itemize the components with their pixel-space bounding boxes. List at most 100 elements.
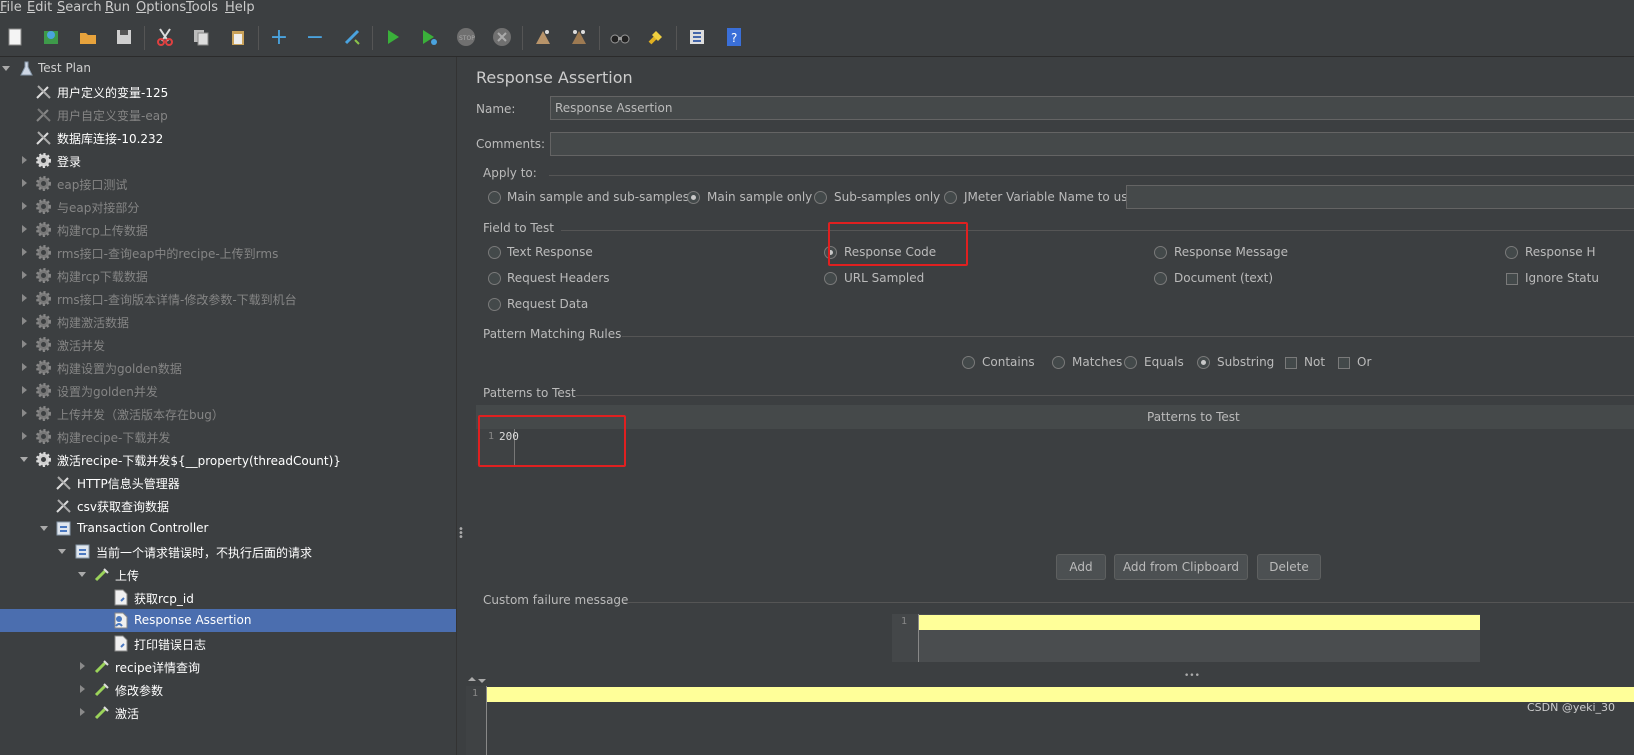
stop-icon[interactable]: STOP [455, 26, 477, 48]
open-icon[interactable] [77, 26, 99, 48]
tree-item-thread-group[interactable]: 构建recipe-下载并发 [0, 425, 456, 448]
test-plan-icon [18, 60, 35, 77]
start-icon[interactable] [382, 26, 404, 48]
tree-item-thread-group[interactable]: rms接口-查询版本详情-修改参数-下载到机台 [0, 287, 456, 310]
function-helper-icon[interactable] [686, 26, 708, 48]
paste-icon[interactable] [227, 26, 249, 48]
menu-search[interactable]: Search [57, 0, 102, 16]
new-icon[interactable] [4, 26, 26, 48]
tree-item-thread-group[interactable]: rms接口-查询eap中的recipe-上传到rms [0, 241, 456, 264]
tree-item-sampler[interactable]: recipe详情查询 [0, 655, 456, 678]
apply-main-only-radio[interactable] [687, 191, 700, 204]
splitter-down-icon[interactable] [478, 679, 486, 683]
reset-search-icon[interactable] [645, 26, 667, 48]
menu-run[interactable]: Run [105, 0, 130, 16]
tree-item-post-processor[interactable]: 获取rcp_id [0, 586, 456, 609]
add-button[interactable]: Add [1056, 554, 1106, 580]
apply-variable-radio[interactable] [944, 191, 957, 204]
response-headers-radio[interactable] [1505, 246, 1518, 259]
text-response-label: Text Response [507, 245, 593, 259]
cut-icon[interactable] [154, 26, 176, 48]
not-checkbox[interactable] [1285, 357, 1297, 369]
copy-icon[interactable] [190, 26, 212, 48]
shutdown-icon[interactable] [491, 26, 513, 48]
tree-item-config[interactable]: 用户定义的变量-125 [0, 80, 456, 103]
bottom-editor-line[interactable] [487, 687, 1634, 702]
name-field[interactable]: Response Assertion [550, 96, 1634, 120]
menu-file[interactable]: File [0, 0, 22, 16]
menu-options[interactable]: Options [136, 0, 186, 16]
tree-item-controller[interactable]: 当前一个请求错误时，不执行后面的请求 [0, 540, 456, 563]
search-icon[interactable] [609, 26, 631, 48]
tree-item-thread-group[interactable]: 激活并发 [0, 333, 456, 356]
menu-edit[interactable]: Edit [27, 0, 52, 16]
custom-failure-line[interactable] [919, 615, 1480, 630]
collapse-icon[interactable]: − [304, 25, 326, 50]
url-sampled-radio[interactable] [824, 272, 837, 285]
clear-all-icon[interactable] [568, 26, 590, 48]
substring-radio[interactable] [1197, 356, 1210, 369]
tree-item-sampler[interactable]: 激活 [0, 701, 456, 724]
tree-item-sampler[interactable]: 修改参数 [0, 678, 456, 701]
save-icon[interactable] [113, 26, 135, 48]
svg-text:STOP: STOP [459, 35, 475, 42]
comments-label: Comments: [476, 137, 546, 151]
gear-icon [35, 359, 52, 376]
delete-button[interactable]: Delete [1257, 554, 1321, 580]
start-no-pause-icon[interactable] [418, 26, 440, 48]
comments-field[interactable] [550, 132, 1634, 156]
menu-tools[interactable]: Tools [186, 0, 218, 16]
or-checkbox[interactable] [1338, 357, 1350, 369]
splitter-up-icon[interactable] [468, 677, 476, 681]
bottom-splitter[interactable] [466, 676, 1634, 686]
tree-item-test-plan[interactable]: Test Plan [0, 57, 456, 80]
tree-item-config[interactable]: 数据库连接-10.232 [0, 126, 456, 149]
tree-item-thread-group[interactable]: 与eap对接部分 [0, 195, 456, 218]
text-response-radio[interactable] [488, 246, 501, 259]
tree-item-config[interactable]: csv获取查询数据 [0, 494, 456, 517]
ignore-status-checkbox[interactable] [1506, 273, 1518, 285]
tree-item-post-processor[interactable]: 打印错误日志 [0, 632, 456, 655]
tree-item-response-assertion[interactable]: Response Assertion [0, 609, 456, 632]
help-icon[interactable]: ? [723, 26, 745, 48]
patterns-table-body[interactable] [476, 429, 1634, 549]
pipette-icon [93, 704, 110, 721]
add-from-clipboard-button[interactable]: Add from Clipboard [1114, 554, 1248, 580]
equals-radio[interactable] [1124, 356, 1137, 369]
request-headers-radio[interactable] [488, 272, 501, 285]
tree-item-controller[interactable]: Transaction Controller [0, 517, 456, 540]
tree-item-thread-group[interactable]: 构建rcp上传数据 [0, 218, 456, 241]
ignore-status-label: Ignore Statu [1525, 271, 1599, 285]
clear-icon[interactable] [532, 26, 554, 48]
matches-radio[interactable] [1052, 356, 1065, 369]
contains-radio[interactable] [962, 356, 975, 369]
variable-name-field[interactable] [1126, 185, 1634, 209]
request-data-label: Request Data [507, 297, 589, 311]
apply-main-only-label: Main sample only [707, 190, 813, 204]
tree-item-thread-group[interactable]: 设置为golden并发 [0, 379, 456, 402]
expand-icon[interactable]: + [268, 25, 290, 50]
tree-item-sampler[interactable]: 上传 [0, 563, 456, 586]
templates-icon[interactable] [40, 26, 62, 48]
svg-text:?: ? [731, 31, 737, 45]
tree-item-thread-group[interactable]: 构建设置为golden数据 [0, 356, 456, 379]
apply-sub-only-radio[interactable] [814, 191, 827, 204]
tree-item-thread-group[interactable]: eap接口测试 [0, 172, 456, 195]
toggle-icon[interactable] [341, 26, 363, 48]
menu-help[interactable]: Help [225, 0, 255, 16]
tree-item-thread-group[interactable]: 构建rcp下载数据 [0, 264, 456, 287]
tree-item-thread-group[interactable]: 激活recipe-下载并发${__property(threadCount)} [0, 448, 456, 471]
tree-item-thread-group[interactable]: 上传并发（激活版本存在bug） [0, 402, 456, 425]
gear-icon [35, 221, 52, 238]
document-text-radio[interactable] [1154, 272, 1167, 285]
tree-item-config[interactable]: 用户自定义变量-eap [0, 103, 456, 126]
tree-item-thread-group[interactable]: 登录 [0, 149, 456, 172]
patterns-to-test-title: Patterns to Test [483, 386, 576, 400]
assertion-icon [112, 612, 129, 629]
request-data-radio[interactable] [488, 298, 501, 311]
tree-item-thread-group[interactable]: 构建激活数据 [0, 310, 456, 333]
tree-item-config[interactable]: HTTP信息头管理器 [0, 471, 456, 494]
toolbar: + − STOP ? [0, 18, 1634, 57]
response-message-radio[interactable] [1154, 246, 1167, 259]
apply-main-and-sub-radio[interactable] [488, 191, 501, 204]
